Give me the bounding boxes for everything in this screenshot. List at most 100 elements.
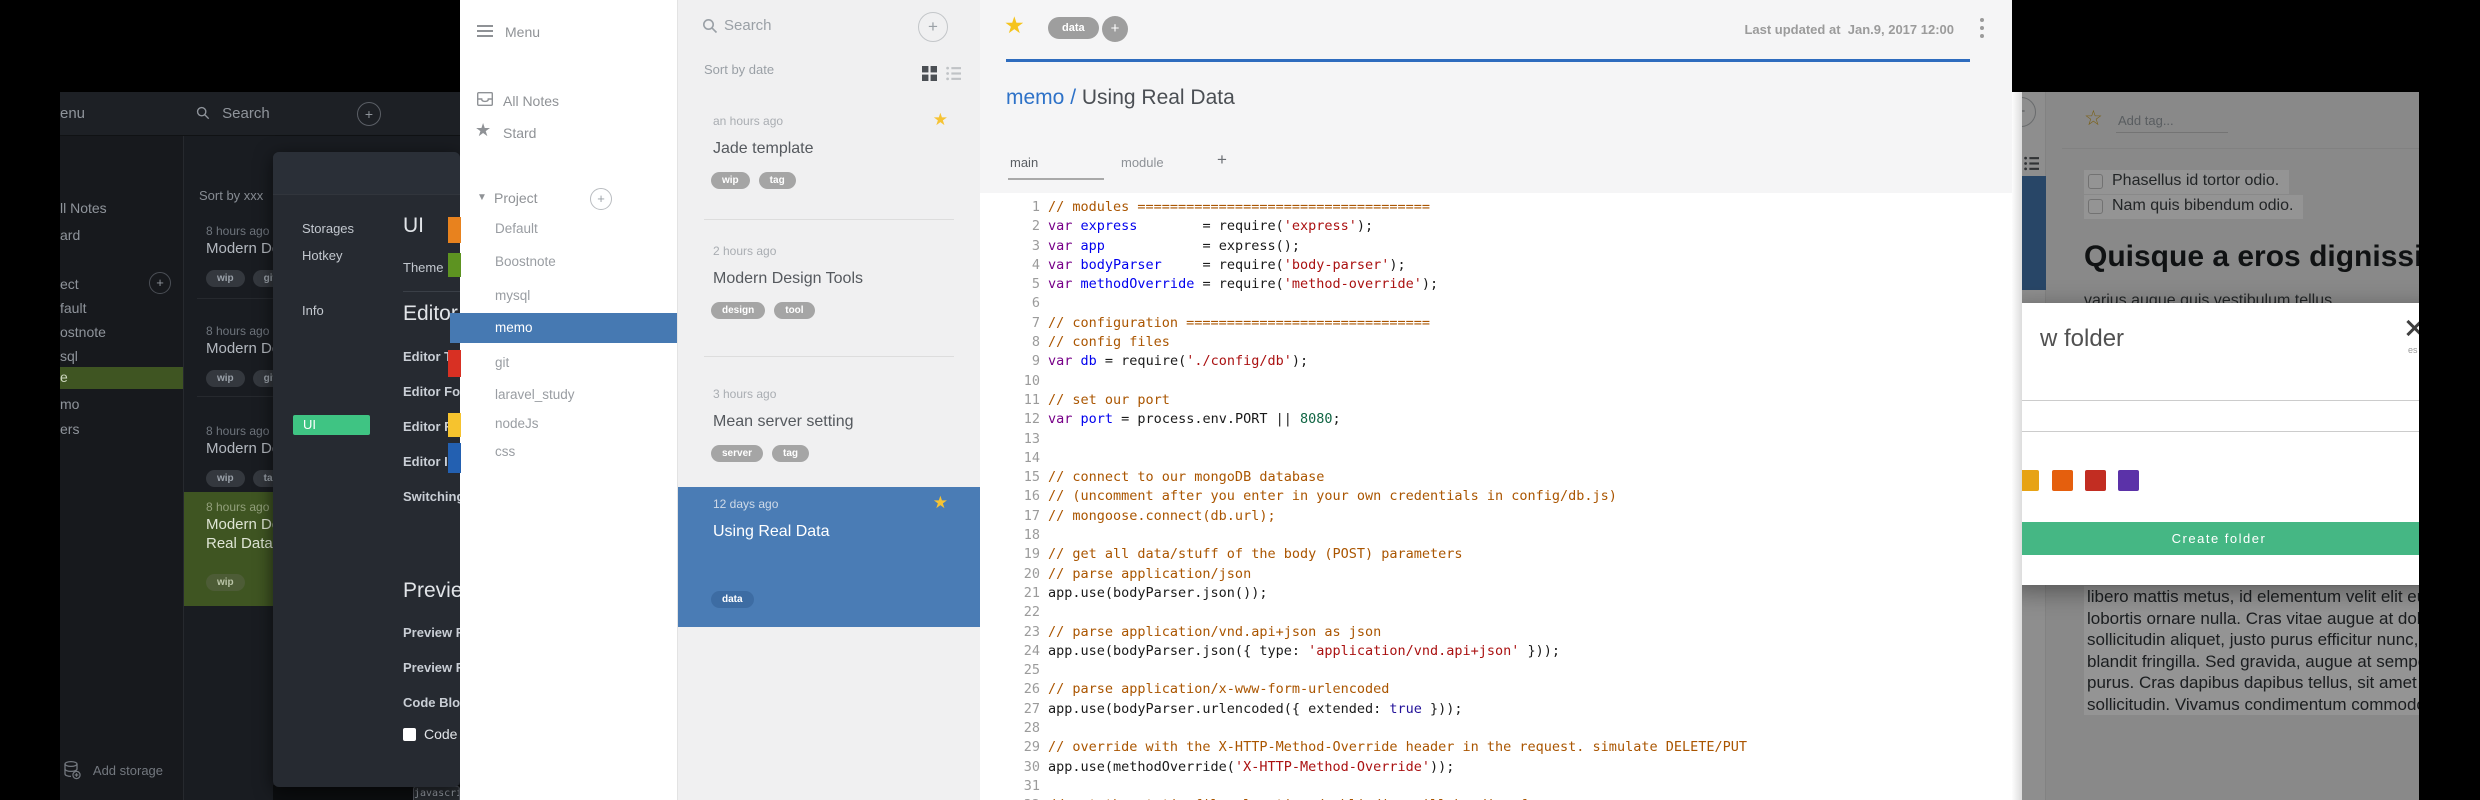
note-title: Using Real Data — [713, 523, 830, 540]
code-line: 12 var port = process.env.PORT || 8080; — [1004, 410, 1747, 429]
folder-color-swatch[interactable] — [2022, 470, 2039, 491]
editor-setting-5[interactable]: Switching — [403, 489, 460, 504]
sidebar-item-all-notes[interactable]: All Notes — [503, 93, 559, 109]
note-list-item[interactable]: 3 hours ago Mean server setting server tag — [678, 377, 980, 477]
list-view-icon[interactable] — [946, 66, 961, 81]
sidebar-folder-item[interactable]: Default — [495, 221, 538, 236]
tag-badge: wip — [206, 470, 245, 487]
sort-by-label[interactable]: Sort by xxx — [199, 188, 263, 203]
code-line: 18 — [1004, 526, 1747, 545]
sidebar-project-label[interactable]: ect — [60, 276, 79, 292]
sidebar-folder-item[interactable]: ers — [60, 419, 183, 441]
sidebar-folder-item[interactable]: mo — [60, 394, 183, 416]
sidebar-folder-item[interactable]: git — [495, 355, 509, 370]
sidebar-folder-item[interactable]: ostnote — [60, 322, 183, 344]
editor-setting-2[interactable]: Editor Fo — [403, 384, 460, 399]
sidebar-folder-item[interactable]: mysql — [495, 288, 530, 303]
folder-color-swatch[interactable] — [2118, 470, 2139, 491]
line-number: 28 — [1023, 720, 1040, 737]
add-tag-button[interactable]: + — [1102, 16, 1128, 42]
note-title: Mean server setting — [713, 413, 854, 430]
code-line: 29// override with the X-HTTP-Method-Ove… — [1004, 738, 1747, 757]
new-note-button[interactable]: + — [357, 102, 381, 126]
code-line: 14 — [1004, 449, 1747, 468]
sidebar-folder-item[interactable]: laravel_study — [495, 387, 575, 402]
line-number: 19 — [1023, 546, 1040, 563]
sidebar-folder-item[interactable]: e — [60, 367, 183, 389]
theme-setting-label[interactable]: Theme — [403, 260, 443, 275]
preview-setting-1[interactable]: Preview F — [403, 625, 460, 640]
code-line: 24 app.use(bodyParser.json({ type: 'appli… — [1004, 642, 1747, 661]
tab-module[interactable]: module — [1121, 155, 1164, 170]
preview-setting-3[interactable]: Code Blo — [403, 695, 460, 710]
project-label[interactable]: Project — [494, 190, 538, 206]
line-number: 13 — [1023, 430, 1040, 447]
settings-nav-storages[interactable]: Storages — [302, 221, 354, 236]
sort-by-label[interactable]: Sort by date — [704, 62, 774, 77]
tab-main[interactable]: main — [1010, 155, 1038, 170]
line-number: 21 — [1023, 584, 1040, 601]
close-icon[interactable] — [2405, 319, 2419, 337]
line-number: 1 — [1031, 199, 1040, 215]
new-note-button[interactable]: + — [918, 12, 948, 42]
star-icon: ★ — [475, 120, 492, 140]
sidebar-folder-item[interactable]: sql — [60, 346, 183, 368]
grid-view-icon[interactable] — [922, 66, 937, 81]
chevron-down-icon[interactable]: ▼ — [477, 192, 487, 203]
add-folder-button[interactable]: + — [149, 272, 171, 294]
tag-badge: tag — [772, 445, 810, 462]
sidebar-item-starred[interactable]: ard — [60, 227, 80, 243]
sidebar-folder-item[interactable]: Boostnote — [495, 254, 556, 269]
menu-label[interactable]: enu — [60, 105, 85, 122]
line-number: 32 — [1004, 796, 1040, 800]
settings-nav-hotkey[interactable]: Hotkey — [302, 248, 342, 263]
hamburger-icon[interactable] — [477, 25, 493, 27]
sidebar-folder-item-selected[interactable]: memo — [450, 313, 677, 343]
search-input[interactable]: Search — [196, 105, 270, 122]
folder-name: memo — [495, 320, 533, 335]
tag-badge: wip — [206, 574, 245, 591]
search-input[interactable]: Search — [724, 17, 772, 34]
folder-name-input[interactable] — [2022, 400, 2419, 432]
line-number: 12 — [1023, 411, 1040, 428]
panel-gap-shadow — [2012, 92, 2022, 800]
code-line: 22 — [1004, 603, 1747, 622]
line-number: 3 — [1031, 237, 1040, 254]
code-editor[interactable]: 1// modules ============================… — [980, 193, 2012, 800]
sidebar-item-all-notes[interactable]: ll Notes — [60, 200, 107, 216]
note-timestamp: an hours ago — [713, 114, 784, 128]
note-tags: wip tag — [711, 170, 805, 189]
line-number: 14 — [1023, 449, 1040, 466]
add-storage-button[interactable]: Add storage — [62, 760, 163, 780]
note-list-item[interactable]: 2 hours ago Modern Design Tools design tool — [678, 234, 980, 334]
note-title: Using Real Data — [1081, 86, 1235, 109]
add-folder-button[interactable]: + — [590, 188, 612, 210]
active-tab-underline — [1008, 178, 1104, 180]
preview-setting-2[interactable]: Preview F — [403, 660, 460, 675]
note-list-item[interactable]: 12 days ago ★ Using Real Data data — [678, 487, 980, 627]
settings-nav-ui-active[interactable]: UI — [293, 415, 370, 435]
sidebar-item-starred[interactable]: Stard — [503, 125, 536, 141]
create-folder-button[interactable]: Create folder — [2022, 522, 2419, 555]
code-line: 27 app.use(bodyParser.urlencoded({ extend… — [1004, 700, 1747, 719]
menu-label[interactable]: Menu — [505, 24, 540, 40]
line-number: 4 — [1031, 256, 1040, 273]
line-number: 10 — [1023, 372, 1040, 389]
note-tag-badge[interactable]: data — [1048, 17, 1099, 39]
folder-color-marker — [448, 443, 461, 473]
note-title: Real Data — [206, 535, 273, 552]
code-block-checkbox[interactable] — [403, 728, 416, 741]
sidebar-folder-item[interactable]: css — [495, 444, 515, 459]
sidebar-folder-item[interactable]: nodeJs — [495, 416, 539, 431]
folder-color-swatch[interactable] — [2052, 470, 2073, 491]
star-toggle-icon[interactable]: ★ — [1004, 12, 1025, 39]
settings-nav-info[interactable]: Info — [302, 303, 324, 318]
search-icon — [196, 106, 210, 120]
settings-section-title: UI — [403, 214, 424, 237]
sidebar-folder-item[interactable]: fault — [60, 298, 183, 320]
note-list-item[interactable]: an hours ago ★ Jade template wip tag — [678, 104, 980, 204]
kebab-menu-icon[interactable] — [1980, 18, 1984, 22]
add-tab-button[interactable]: + — [1217, 150, 1227, 170]
folder-color-swatch[interactable] — [2085, 470, 2106, 491]
breadcrumb-folder[interactable]: memo — [1006, 86, 1064, 109]
